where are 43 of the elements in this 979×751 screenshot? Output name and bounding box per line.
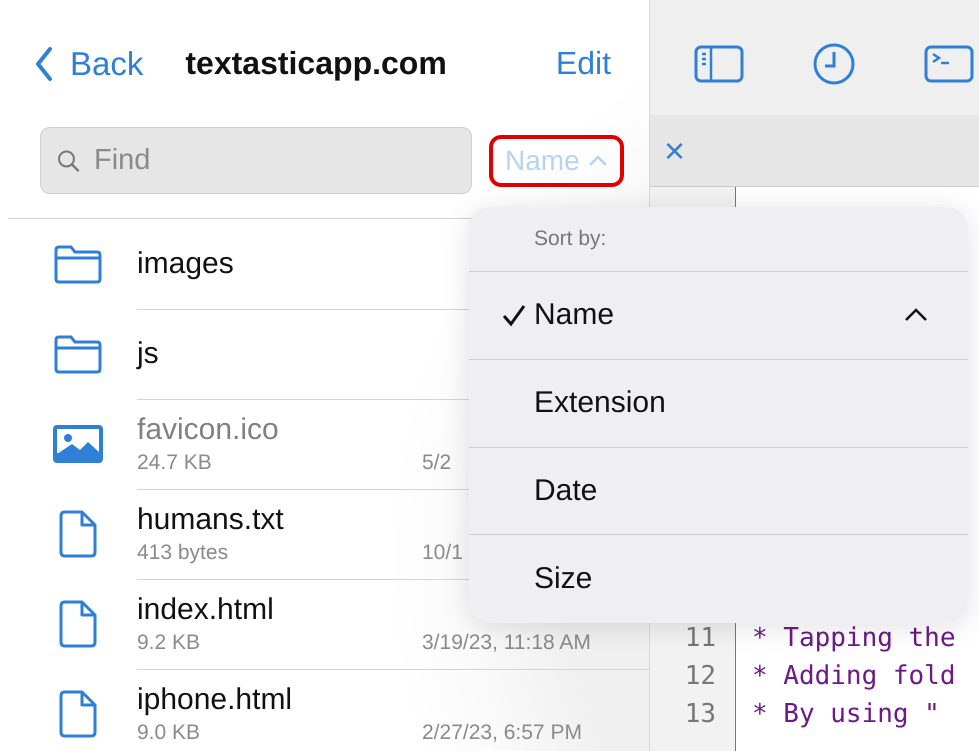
file-size: 24.7 KB bbox=[137, 450, 213, 474]
terminal-icon[interactable] bbox=[924, 44, 974, 82]
sort-option[interactable]: Size bbox=[469, 535, 968, 623]
file-name: js bbox=[137, 336, 160, 370]
document-icon bbox=[59, 510, 97, 558]
sort-option[interactable]: Name bbox=[469, 272, 968, 360]
file-name: favicon.ico bbox=[137, 412, 280, 446]
edit-button[interactable]: Edit bbox=[556, 45, 611, 82]
folder-icon bbox=[53, 244, 103, 284]
line-number: 13 bbox=[684, 699, 716, 729]
image-icon bbox=[52, 424, 104, 464]
code-line: * By using " bbox=[752, 699, 940, 729]
caret-up-icon bbox=[588, 154, 608, 166]
line-number: 11 bbox=[684, 623, 716, 653]
sort-option[interactable]: Date bbox=[469, 448, 968, 536]
code-line: * Adding fold bbox=[752, 661, 956, 691]
search-input[interactable]: Find bbox=[94, 128, 471, 193]
code-line: * Tapping the bbox=[752, 623, 956, 653]
file-name: iphone.html bbox=[137, 683, 294, 717]
file-name: humans.txt bbox=[137, 502, 285, 536]
file-date: 5/2 bbox=[422, 450, 452, 474]
file-name: images bbox=[137, 246, 235, 280]
sidebar-icon[interactable] bbox=[694, 44, 744, 82]
file-size: 413 bytes bbox=[137, 540, 230, 564]
file-date: 2/27/23, 6:57 PM bbox=[422, 721, 583, 745]
caret-up-icon bbox=[904, 308, 928, 322]
file-name: index.html bbox=[137, 592, 275, 626]
file-date: 3/19/23, 11:18 AM bbox=[422, 630, 592, 654]
menu-title: Sort by: bbox=[534, 227, 606, 251]
document-icon bbox=[59, 600, 97, 648]
sort-option[interactable]: Extension bbox=[469, 360, 968, 448]
file-size: 9.2 KB bbox=[137, 630, 202, 654]
line-number: 12 bbox=[684, 661, 716, 691]
document-icon bbox=[59, 690, 97, 738]
folder-title: textasticapp.com bbox=[185, 45, 447, 82]
back-button[interactable]: Back bbox=[34, 44, 144, 82]
clock-icon[interactable] bbox=[812, 42, 856, 86]
chevron-left-icon bbox=[34, 46, 54, 82]
file-row[interactable]: iphone.html 9.0 KB 2/27/23, 6:57 PM bbox=[8, 669, 649, 751]
file-size: 9.0 KB bbox=[137, 721, 202, 745]
folder-icon bbox=[53, 334, 103, 374]
file-date: 10/1 bbox=[422, 540, 464, 564]
search-field[interactable]: Find bbox=[40, 127, 472, 194]
